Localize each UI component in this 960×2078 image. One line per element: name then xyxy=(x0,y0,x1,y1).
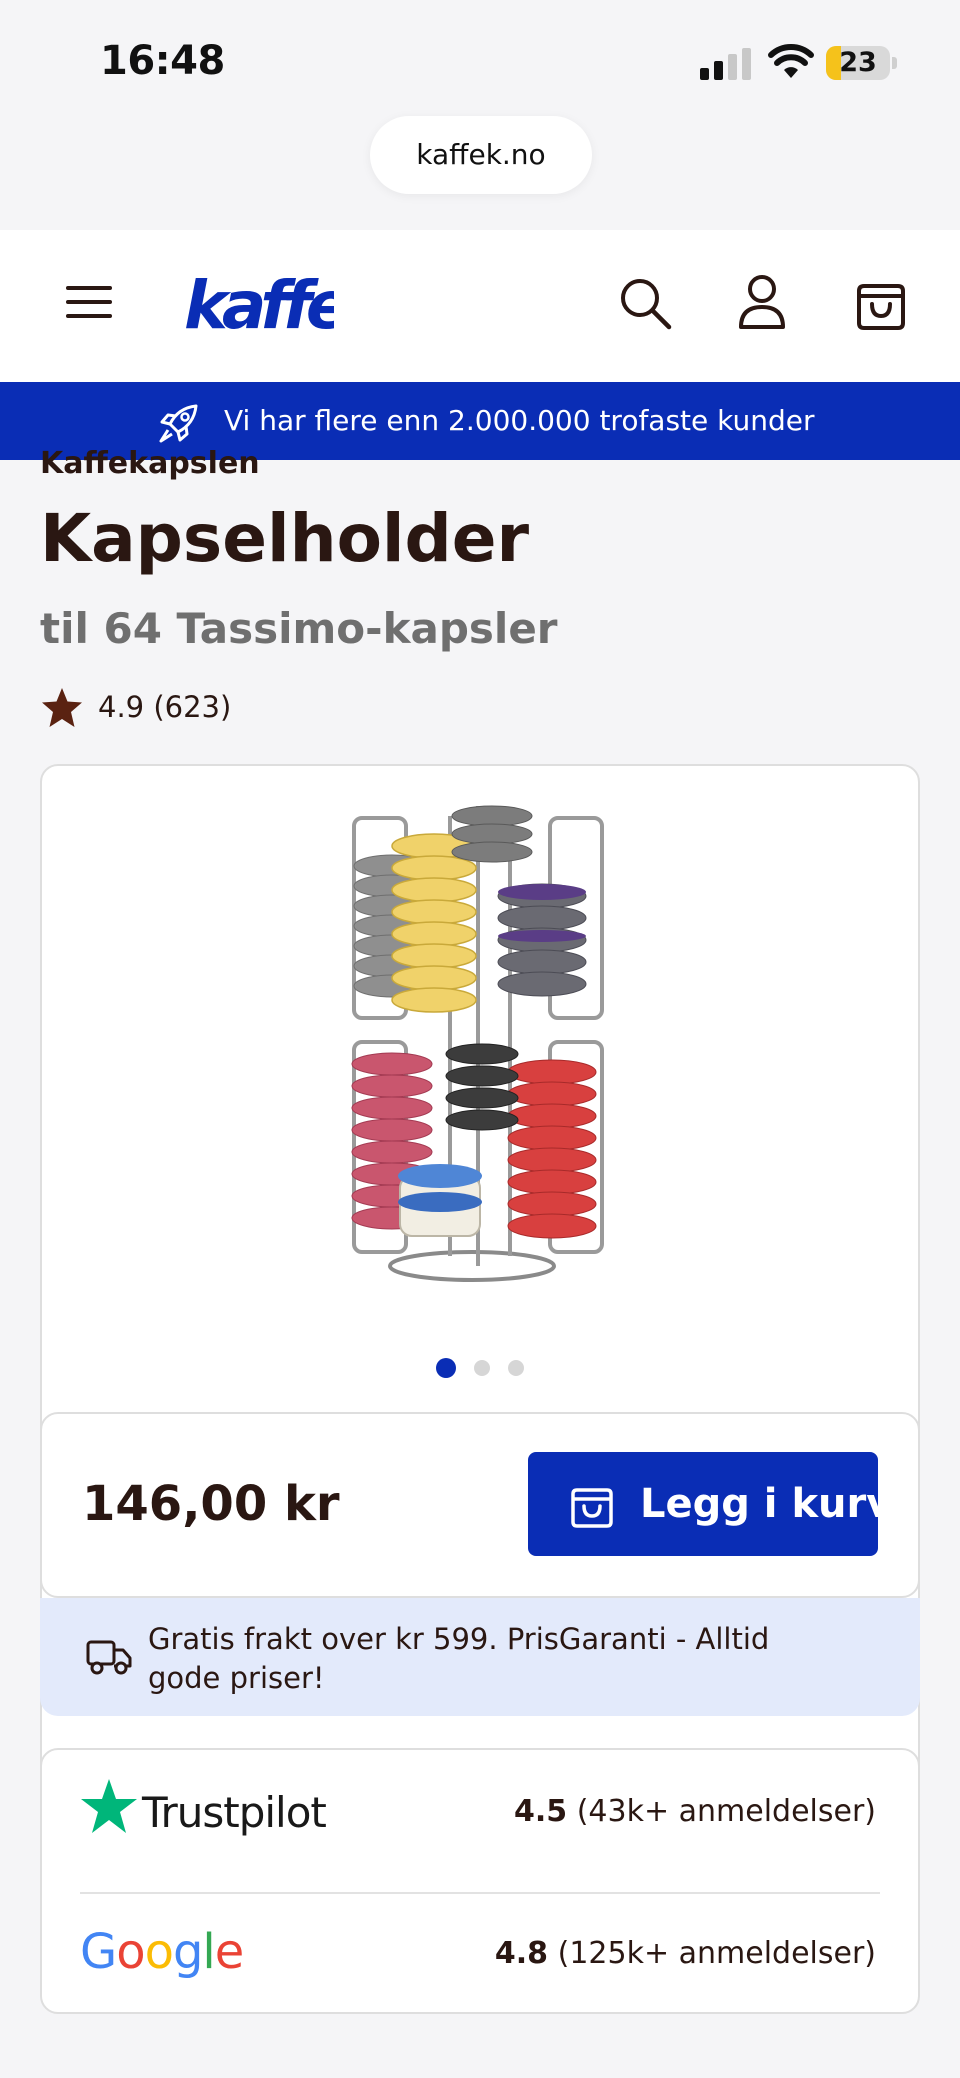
site-header xyxy=(0,230,960,382)
add-to-cart-label: Legg i kurv xyxy=(640,1481,893,1527)
carousel-dot-2[interactable] xyxy=(474,1360,490,1376)
trustpilot-rating: 4.5 xyxy=(514,1794,568,1829)
star-icon xyxy=(42,688,82,727)
banner-text: Vi har flere enn 2.000.000 trofaste kund… xyxy=(224,404,815,437)
product-title: Kapselholder xyxy=(40,500,530,577)
cell-signal-icon xyxy=(700,48,751,80)
status-time: 16:48 xyxy=(100,38,225,84)
user-icon[interactable] xyxy=(738,274,786,330)
rocket-icon xyxy=(159,404,198,443)
carousel-dot-1[interactable] xyxy=(436,1358,456,1378)
search-icon[interactable] xyxy=(618,276,672,330)
trustpilot-score[interactable]: 4.5 (43k+ anmeldelser) xyxy=(514,1794,876,1829)
product-price: 146,00 kr xyxy=(82,1476,340,1532)
trustpilot-count: (43k+ anmeldelser) xyxy=(576,1794,876,1829)
google-score[interactable]: 4.8 (125k+ anmeldelser) xyxy=(495,1936,876,1971)
product-brand[interactable]: Kaffekapslen xyxy=(40,446,260,484)
logo-text: kaffek xyxy=(184,267,334,344)
shipping-text: Gratis frakt over kr 599. PrisGaranti - … xyxy=(148,1622,770,1695)
product-subtitle: til 64 Tassimo-kapsler xyxy=(40,604,558,653)
url-bar[interactable]: kaffek.no xyxy=(370,116,592,194)
site-logo[interactable]: kaffek xyxy=(184,252,334,352)
google-rating: 4.8 xyxy=(494,1936,549,1971)
bag-icon[interactable] xyxy=(856,274,906,330)
add-to-cart-button[interactable]: Legg i kurv xyxy=(528,1452,892,1556)
truck-icon xyxy=(86,1640,132,1675)
divider xyxy=(80,1892,880,1894)
bag-icon xyxy=(571,1488,613,1528)
rating-summary[interactable]: 4.9 (623) xyxy=(98,690,231,724)
product-image[interactable] xyxy=(342,796,618,1286)
wifi-icon xyxy=(768,44,814,78)
google-logo[interactable]: Google xyxy=(80,1924,244,1980)
menu-icon[interactable] xyxy=(66,282,112,322)
trustpilot-logo[interactable]: Trustpilot xyxy=(142,1788,327,1837)
carousel-dot-3[interactable] xyxy=(508,1360,524,1376)
google-count: (125k+ anmeldelser) xyxy=(557,1936,876,1971)
battery-indicator: 23 xyxy=(826,44,898,82)
battery-percent: 23 xyxy=(839,47,877,78)
trustpilot-star-icon xyxy=(81,1779,137,1833)
